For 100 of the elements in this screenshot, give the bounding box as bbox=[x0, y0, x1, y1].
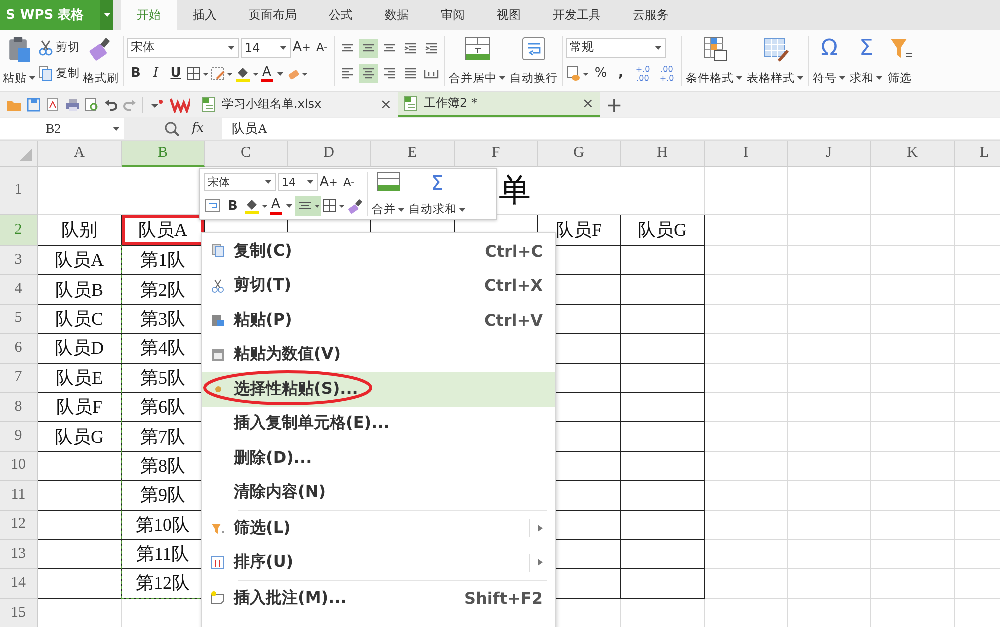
function-button[interactable]: fx bbox=[192, 121, 204, 136]
row-header[interactable]: 7 bbox=[0, 364, 38, 393]
font-color-button[interactable]: A bbox=[261, 65, 273, 82]
font-color-button[interactable]: A bbox=[270, 198, 282, 214]
comma-button[interactable]: , bbox=[612, 64, 630, 84]
table-cell: 队别 bbox=[38, 215, 122, 246]
column-header[interactable]: C bbox=[205, 141, 288, 167]
row-header[interactable]: 11 bbox=[0, 481, 38, 511]
font-name-dropdown[interactable]: 宋体 bbox=[127, 38, 239, 58]
menu-item[interactable]: 清除内容(N) bbox=[202, 476, 555, 510]
menu-item[interactable]: 插入复制单元格(E)... bbox=[202, 406, 555, 441]
menu-tab[interactable]: 数据 bbox=[369, 0, 425, 30]
close-tab-button[interactable]: × bbox=[582, 96, 594, 112]
font-size-dropdown[interactable]: 14 bbox=[241, 38, 291, 58]
customize-caret-icon[interactable] bbox=[148, 98, 164, 110]
copy-button[interactable]: 复制 bbox=[39, 66, 80, 82]
percent-button[interactable]: % bbox=[592, 64, 610, 84]
wrap-text-icon[interactable] bbox=[204, 198, 222, 214]
menu-tab[interactable]: 开始 bbox=[121, 0, 177, 30]
row-header[interactable]: 15 bbox=[0, 598, 38, 627]
row-header[interactable]: 12 bbox=[0, 510, 38, 540]
row-header[interactable]: 6 bbox=[0, 334, 38, 364]
conditional-format-button[interactable]: 条件格式 bbox=[685, 34, 744, 88]
document-tab[interactable]: 工作簿2 * × bbox=[398, 92, 600, 117]
document-tab[interactable]: 学习小组名单.xlsx × bbox=[196, 92, 398, 117]
increase-decimal-button[interactable]: +.0 .00 bbox=[632, 64, 654, 84]
save-icon[interactable] bbox=[26, 98, 40, 112]
bold-button[interactable]: B bbox=[127, 64, 145, 84]
print-icon[interactable] bbox=[64, 98, 80, 112]
bold-button[interactable]: B bbox=[224, 196, 242, 216]
new-tab-button[interactable]: + bbox=[606, 94, 623, 114]
sum-button[interactable]: Σ 求和 bbox=[849, 34, 884, 88]
italic-button[interactable]: I bbox=[147, 64, 165, 84]
menu-item[interactable]: 排序(U) bbox=[202, 546, 555, 580]
menu-item[interactable]: 选择性粘贴(S)... bbox=[202, 372, 555, 406]
row-header[interactable]: 10 bbox=[0, 452, 38, 482]
tab-label: 学习小组名单.xlsx bbox=[222, 96, 323, 113]
name-box[interactable]: B2 bbox=[0, 118, 124, 139]
column-header[interactable]: J bbox=[788, 141, 871, 167]
caret-icon bbox=[797, 76, 804, 80]
column-header[interactable]: G bbox=[538, 141, 621, 167]
menu-tab[interactable]: 公式 bbox=[313, 0, 369, 30]
column-header[interactable]: A bbox=[38, 141, 122, 167]
row-header[interactable]: 1 bbox=[0, 167, 38, 215]
column-header[interactable]: I bbox=[705, 141, 788, 167]
format-painter-button[interactable]: 格式刷 bbox=[82, 34, 120, 88]
menu-tab[interactable]: 插入 bbox=[177, 0, 233, 30]
cut-button[interactable]: 剪切 bbox=[39, 40, 80, 56]
menu-item[interactable]: 插入批注(M)... Shift+F2 bbox=[202, 581, 555, 616]
menu-item[interactable]: 粘贴为数值(V) bbox=[202, 338, 555, 372]
align-icon[interactable] bbox=[359, 38, 378, 58]
row-header[interactable]: 3 bbox=[0, 246, 38, 276]
borders-icon[interactable] bbox=[323, 199, 345, 213]
undo-icon[interactable] bbox=[104, 98, 118, 112]
paintbrush-icon[interactable] bbox=[347, 198, 363, 214]
menu-tab[interactable]: 开发工具 bbox=[537, 0, 617, 30]
column-header[interactable]: L bbox=[955, 141, 1000, 167]
fill-color-icon[interactable] bbox=[244, 198, 268, 214]
align-icon[interactable] bbox=[359, 64, 378, 82]
merge-center-button[interactable]: 合并居中 bbox=[448, 34, 507, 88]
font-size-dropdown[interactable]: 14 bbox=[278, 173, 318, 191]
wps-logo-icon[interactable] bbox=[170, 96, 190, 112]
column-header[interactable]: E bbox=[371, 141, 455, 167]
menu-item[interactable]: 筛选(L) bbox=[202, 511, 555, 546]
menu-item[interactable]: 粘贴(P) Ctrl+V bbox=[202, 303, 555, 338]
row-header[interactable]: 9 bbox=[0, 422, 38, 452]
row-header[interactable]: 14 bbox=[0, 569, 38, 599]
row-header[interactable]: 4 bbox=[0, 275, 38, 305]
search-icon[interactable] bbox=[164, 120, 180, 136]
menu-tab[interactable]: 页面布局 bbox=[233, 0, 313, 30]
table-style-button[interactable]: 表格样式 bbox=[746, 34, 805, 88]
print-preview-icon[interactable] bbox=[85, 98, 98, 112]
menu-tab[interactable]: 云服务 bbox=[617, 0, 685, 30]
column-header[interactable]: H bbox=[621, 141, 705, 167]
underline-button[interactable]: U bbox=[167, 64, 185, 84]
column-header[interactable]: K bbox=[871, 141, 955, 167]
menu-item[interactable]: 剪切(T) Ctrl+X bbox=[202, 268, 555, 303]
row-header[interactable]: 5 bbox=[0, 304, 38, 334]
filter-button[interactable]: 筛选 bbox=[886, 34, 914, 88]
caret-icon bbox=[876, 76, 883, 80]
column-header[interactable]: F bbox=[455, 141, 538, 167]
row-header[interactable]: 13 bbox=[0, 540, 38, 570]
wrap-text-button[interactable]: 自动换行 bbox=[509, 34, 559, 88]
pdf-icon[interactable] bbox=[46, 98, 59, 112]
merge-button[interactable]: 合并 bbox=[372, 171, 405, 217]
formula-input[interactable]: 队员A bbox=[222, 118, 1000, 139]
menu-tab[interactable]: 审阅 bbox=[425, 0, 481, 30]
symbol-button[interactable]: Ω 符号 bbox=[812, 34, 847, 88]
app-dropdown-button[interactable] bbox=[100, 0, 113, 30]
menu-item[interactable]: 删除(D)... bbox=[202, 441, 555, 476]
font-name-dropdown[interactable]: 宋体 bbox=[204, 173, 276, 191]
paste-button[interactable]: 粘贴 bbox=[2, 34, 37, 88]
close-tab-button[interactable]: × bbox=[380, 96, 392, 112]
table-cell: 队员E bbox=[38, 364, 122, 393]
align-center-icon[interactable] bbox=[295, 196, 321, 216]
decrease-decimal-button[interactable]: .00 +.0 bbox=[656, 64, 678, 84]
row-header[interactable]: 8 bbox=[0, 392, 38, 422]
menu-tab[interactable]: 视图 bbox=[481, 0, 537, 30]
number-format-dropdown[interactable]: 常规 bbox=[566, 38, 666, 58]
column-header[interactable]: D bbox=[288, 141, 371, 167]
